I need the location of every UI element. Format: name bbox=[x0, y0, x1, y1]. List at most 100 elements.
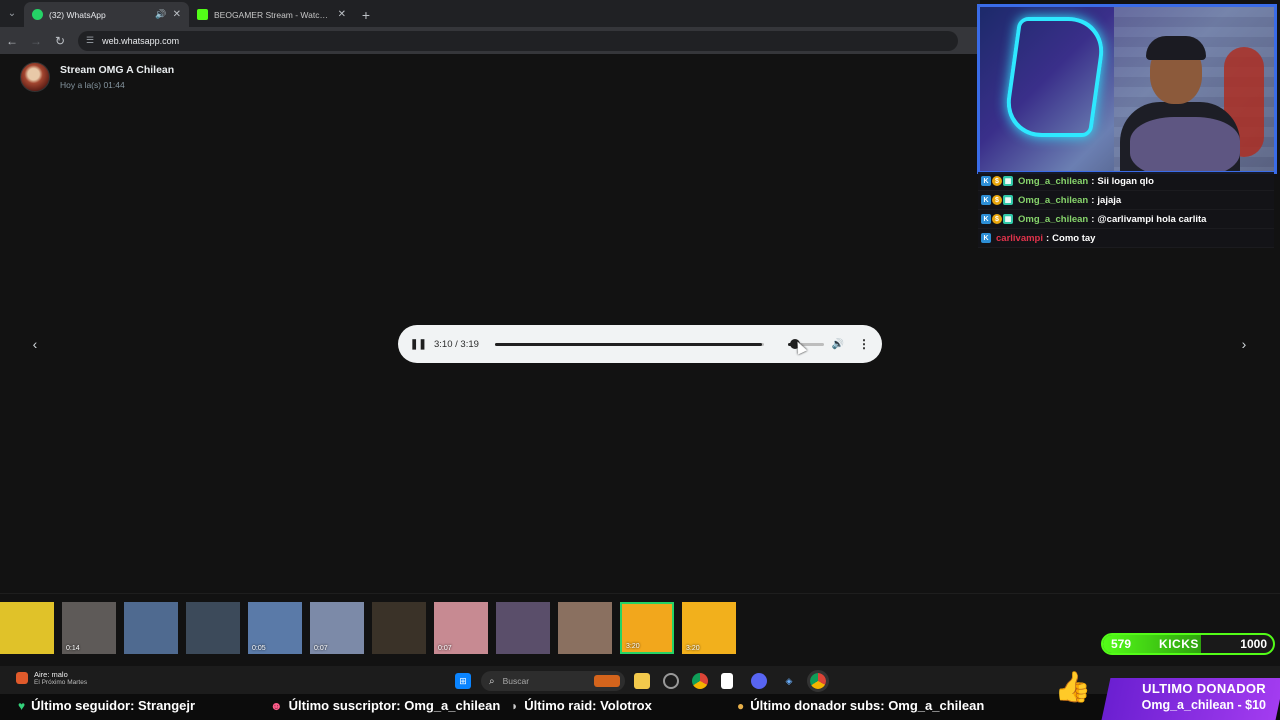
chat-separator: : bbox=[1091, 194, 1095, 206]
chat-username[interactable]: carlivampi bbox=[996, 233, 1043, 244]
tab-search-button[interactable]: ⌄ bbox=[0, 0, 24, 27]
settings-icon[interactable] bbox=[663, 673, 679, 689]
chat-message: K $ ▦ Omg_a_chilean: Sii logan qlo bbox=[978, 172, 1274, 191]
browser-tab-bar: ⌄ (32) WhatsApp 🔊 ✕ BEOGAMER Stream - Wa… bbox=[0, 0, 980, 27]
speaker-icon[interactable]: 🔊 bbox=[155, 9, 166, 20]
previous-media-button[interactable]: ‹ bbox=[25, 334, 45, 354]
next-media-button[interactable]: › bbox=[1234, 334, 1254, 354]
chrome-active-icon[interactable] bbox=[807, 670, 829, 692]
reload-button[interactable]: ↻ bbox=[48, 29, 72, 53]
url-text: web.whatsapp.com bbox=[102, 35, 180, 46]
tab-whatsapp[interactable]: (32) WhatsApp 🔊 ✕ bbox=[24, 2, 189, 27]
media-thumbnail[interactable]: 0:05 bbox=[248, 602, 302, 654]
divider bbox=[0, 593, 1280, 594]
playback-time: 3:10 / 3:19 bbox=[434, 338, 479, 350]
media-thumbnail[interactable]: 0:07 bbox=[310, 602, 364, 654]
close-tab-icon[interactable]: ✕ bbox=[173, 9, 181, 20]
search-icon: ⌕ bbox=[489, 675, 495, 687]
back-button[interactable]: ← bbox=[0, 29, 24, 53]
tab-title: BEOGAMER Stream - Watch Li... bbox=[214, 9, 332, 20]
avatar[interactable] bbox=[20, 62, 50, 92]
kicks-current: 579 bbox=[1111, 637, 1132, 651]
media-thumbnail[interactable]: 0:07 bbox=[434, 602, 488, 654]
sender-meta: Stream OMG A Chilean Hoy a la(s) 01:44 bbox=[60, 64, 174, 90]
streamer-hand bbox=[1130, 117, 1240, 171]
media-thumbnail[interactable]: 0:14 bbox=[62, 602, 116, 654]
app-icon[interactable]: ◈ bbox=[781, 673, 797, 689]
media-thumbnail[interactable] bbox=[558, 602, 612, 654]
money-bag-icon: ● bbox=[737, 698, 745, 713]
chevron-right-icon: › bbox=[1241, 336, 1247, 352]
chevron-left-icon: ‹ bbox=[32, 336, 38, 352]
volume-button[interactable]: 🔊 bbox=[832, 339, 844, 350]
kicks-label: KICKS bbox=[1159, 637, 1199, 651]
media-thumbnail[interactable]: 3:20 bbox=[620, 602, 674, 654]
browser-toolbar: ← → ↻ ☰ web.whatsapp.com bbox=[0, 27, 980, 54]
currency-badge-icon: $ bbox=[992, 195, 1002, 205]
seek-bar[interactable] bbox=[495, 342, 764, 346]
weather-status: Aire: malo bbox=[34, 670, 68, 679]
media-thumbnail[interactable] bbox=[124, 602, 178, 654]
chat-message: Kcarlivampi: Como tay bbox=[978, 229, 1274, 248]
platform-badge-icon: K bbox=[981, 214, 991, 224]
forward-button[interactable]: → bbox=[24, 29, 48, 53]
new-tab-button[interactable]: + bbox=[354, 2, 378, 27]
site-info-icon[interactable]: ☰ bbox=[86, 35, 94, 46]
last-donor-panel: 👍 ULTIMO DONADOR Omg_a_chilean - $10 bbox=[1054, 670, 1280, 720]
pause-button[interactable]: ❚❚ bbox=[410, 339, 427, 350]
chrome-icon[interactable] bbox=[692, 673, 708, 689]
chat-username[interactable]: Omg_a_chilean bbox=[1018, 195, 1088, 206]
last-follower-text: Último seguidor: Strangejr bbox=[31, 698, 196, 713]
media-thumbnail[interactable] bbox=[372, 602, 426, 654]
currency-badge-icon: $ bbox=[992, 176, 1002, 186]
tab-beogamer[interactable]: BEOGAMER Stream - Watch Li... ✕ bbox=[189, 2, 354, 27]
last-subscriber-text: Último suscriptor: Omg_a_chilean bbox=[288, 698, 501, 713]
chat-message: K $ ▦ Omg_a_chilean: jajaja bbox=[978, 191, 1274, 210]
thumbnail-duration: 0:14 bbox=[66, 645, 80, 652]
donor-panel-title: ULTIMO DONADOR bbox=[1142, 681, 1266, 696]
speaking-head-icon: ◗ bbox=[511, 698, 519, 713]
stream-screen: ⌄ (32) WhatsApp 🔊 ✕ BEOGAMER Stream - Wa… bbox=[0, 0, 1280, 720]
more-options-button[interactable]: ⋮ bbox=[858, 337, 870, 351]
notepad-icon[interactable] bbox=[721, 673, 733, 689]
discord-icon[interactable] bbox=[751, 673, 767, 689]
more-vertical-icon: ⋮ bbox=[858, 337, 870, 351]
thumbnail-duration: 0:07 bbox=[438, 645, 452, 652]
last-donor-subs-text: Último donador subs: Omg_a_chilean bbox=[750, 698, 985, 713]
whatsapp-icon bbox=[32, 9, 43, 20]
close-tab-icon[interactable]: ✕ bbox=[338, 9, 346, 20]
platform-badge-icon: K bbox=[981, 176, 991, 186]
thumbs-up-icon: 👍 bbox=[1054, 671, 1092, 704]
media-thumbnail[interactable] bbox=[186, 602, 240, 654]
kick-icon bbox=[197, 9, 208, 20]
heart-eyes-icon: ☻ bbox=[270, 698, 283, 713]
windows-icon: ⊞ bbox=[459, 675, 467, 686]
sub-badge-icon: ▦ bbox=[1003, 195, 1013, 205]
audio-player: ❚❚ 3:10 / 3:19 🔊 ⋮ bbox=[398, 325, 882, 363]
thumbnail-duration: 0:07 bbox=[314, 645, 328, 652]
chat-username[interactable]: Omg_a_chilean bbox=[1018, 176, 1088, 187]
sub-badge-icon: ▦ bbox=[1003, 214, 1013, 224]
chat-message: K $ ▦ Omg_a_chilean: @carlivampi hola carlit… bbox=[978, 210, 1274, 229]
chat-text: Como tay bbox=[1052, 232, 1096, 244]
platform-badge-icon: K bbox=[981, 233, 991, 243]
neon-logo-graphic bbox=[1001, 17, 1109, 137]
chat-username[interactable]: Omg_a_chilean bbox=[1018, 214, 1088, 225]
thumbnail-duration: 3:20 bbox=[686, 645, 700, 652]
media-thumbnail[interactable] bbox=[496, 602, 550, 654]
address-bar[interactable]: ☰ web.whatsapp.com bbox=[78, 30, 958, 51]
media-thumbnail-strip: 0:14 0:05 0:07 0:07 3:20 3:20 bbox=[0, 602, 744, 654]
weather-widget[interactable]: Aire: malo El Próximo Martes bbox=[16, 670, 87, 686]
currency-badge-icon: $ bbox=[992, 214, 1002, 224]
media-sender-header[interactable]: Stream OMG A Chilean Hoy a la(s) 01:44 bbox=[20, 62, 174, 92]
donor-panel-value: Omg_a_chilean - $10 bbox=[1141, 698, 1266, 712]
file-explorer-icon[interactable] bbox=[634, 673, 650, 689]
start-button[interactable]: ⊞ bbox=[455, 673, 471, 689]
chat-separator: : bbox=[1046, 232, 1050, 244]
media-thumbnail[interactable]: 3:20 bbox=[682, 602, 736, 654]
last-donor-subs: ● Último donador subs: Omg_a_chilean bbox=[737, 698, 984, 713]
speaker-icon: 🔊 bbox=[831, 338, 844, 350]
last-follower: ♥ Último seguidor: Strangejr bbox=[18, 698, 195, 713]
media-thumbnail[interactable] bbox=[0, 602, 54, 654]
webcam-overlay bbox=[977, 4, 1277, 174]
